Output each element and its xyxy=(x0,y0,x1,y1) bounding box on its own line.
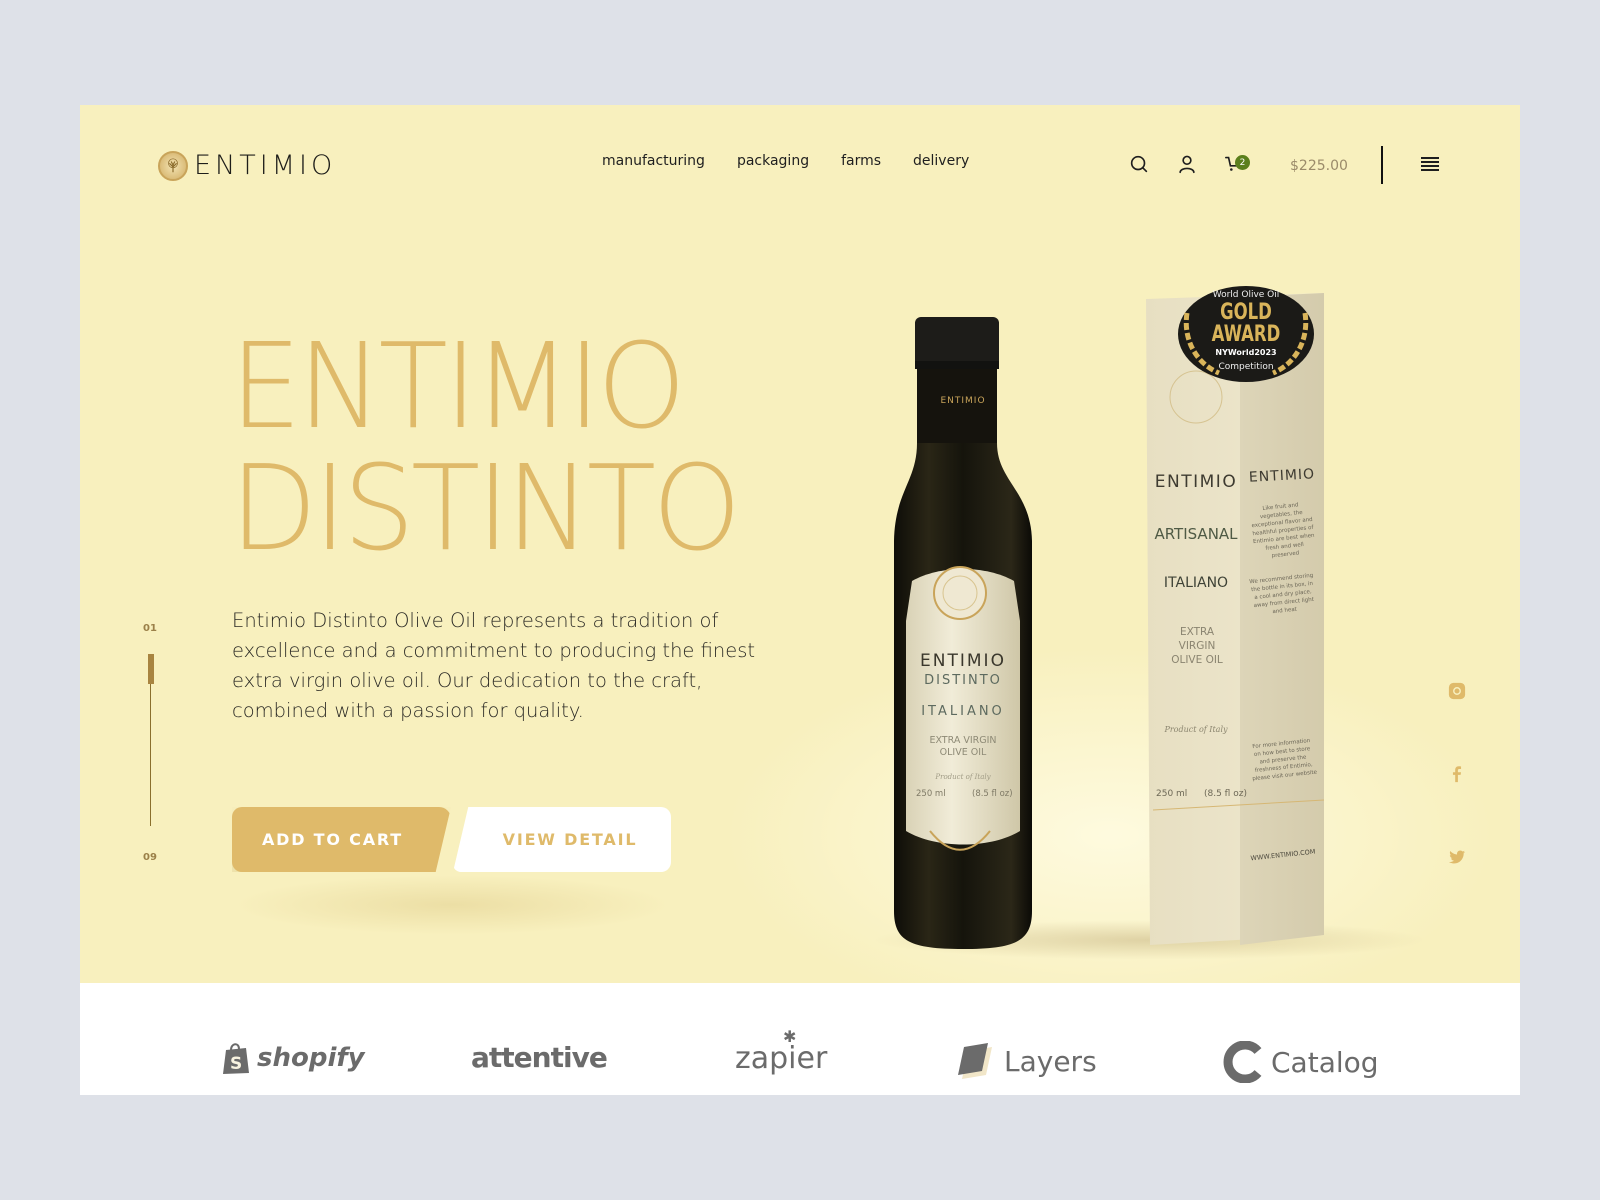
header-divider xyxy=(1381,146,1383,184)
bottle-brand: ENTIMIO xyxy=(920,651,1006,671)
award-line-2: AWARD xyxy=(1211,322,1281,347)
partner-layers[interactable]: Layers xyxy=(956,1041,1097,1081)
slide-progress-thumb[interactable] xyxy=(148,654,154,684)
page-frame: ENTIMIO manufacturing packaging farms de… xyxy=(80,105,1520,1095)
shopify-bag-icon: S xyxy=(223,1043,249,1074)
bottle-line: DISTINTO xyxy=(924,673,1002,688)
hero-description: Entimio Distinto Olive Oil represents a … xyxy=(232,609,756,722)
bottle-volume-ml: 250 ml xyxy=(916,789,946,799)
box-front-type: EXTRA VIRGIN OLIVE OIL xyxy=(1171,626,1223,666)
bottle-volume-oz: (8.5 fl oz) xyxy=(972,789,1013,799)
nav-item-manufacturing[interactable]: manufacturing xyxy=(602,153,705,169)
facebook-icon[interactable] xyxy=(1447,764,1467,784)
box-front-origin: ITALIANO xyxy=(1163,575,1229,591)
main-nav: manufacturing packaging farms delivery xyxy=(602,153,969,169)
brand-name: ENTIMIO xyxy=(194,150,337,181)
box-side-text-1: Like fruit and vegetables, the exception… xyxy=(1251,502,1315,560)
award-top-text: World Olive Oil xyxy=(1212,290,1280,300)
bottle-origin: ITALIANO xyxy=(921,704,1005,719)
box-side-text-3: For more information on how best to stor… xyxy=(1252,738,1318,783)
award-event: NYWorld2023 xyxy=(1215,348,1277,357)
box-front-volume-ml: 250 ml xyxy=(1156,789,1188,799)
partner-zapier[interactable]: zapier ✱ xyxy=(735,1027,827,1076)
nav-item-delivery[interactable]: delivery xyxy=(913,153,969,169)
zapier-asterisk-icon: ✱ xyxy=(783,1027,797,1046)
twitter-icon[interactable] xyxy=(1447,847,1467,867)
instagram-icon[interactable] xyxy=(1447,681,1467,701)
box-front-tagline: Product of Italy xyxy=(1164,725,1228,734)
cart-icon[interactable]: 2 xyxy=(1222,151,1250,177)
layers-icon xyxy=(958,1043,992,1079)
box-front-line: ARTISANAL xyxy=(1154,525,1238,543)
box-side-brand: ENTIMIO xyxy=(1248,466,1316,486)
nav-item-packaging[interactable]: packaging xyxy=(737,153,809,169)
hero-title-line-1: ENTIMIO xyxy=(230,317,686,455)
cart-total: $225.00 xyxy=(1290,158,1348,174)
partner-shopify[interactable]: S shopify xyxy=(221,1041,365,1075)
catalog-icon xyxy=(1223,1041,1262,1083)
brand-logo[interactable]: ENTIMIO xyxy=(158,150,336,181)
partner-catalog[interactable]: Catalog xyxy=(1223,1041,1379,1083)
partner-logos: S shopify attentive zapier ✱ Layers Cata… xyxy=(80,983,1520,1095)
slide-total: 09 xyxy=(143,852,157,863)
logo-emblem-icon xyxy=(158,150,188,181)
gold-award-seal: World Olive Oil GOLD AWARD NYWorld2023 C… xyxy=(1173,283,1319,385)
hero-title-line-2: DISTINTO xyxy=(230,439,741,577)
menu-icon[interactable] xyxy=(1421,157,1439,171)
slide-current: 01 xyxy=(143,623,157,634)
cart-count-badge: 2 xyxy=(1235,155,1250,170)
user-icon[interactable] xyxy=(1174,151,1200,177)
box-front-volume-oz: (8.5 fl oz) xyxy=(1204,789,1247,799)
bottle-labels: ENTIMIO ENTIMIO DISTINTO ITALIANO EXTRA … xyxy=(890,311,1036,955)
bottle-type: EXTRA VIRGIN OLIVE OIL xyxy=(929,735,997,758)
nav-item-farms[interactable]: farms xyxy=(841,153,881,169)
search-icon[interactable] xyxy=(1126,151,1152,177)
award-bottom-text: Competition xyxy=(1218,362,1274,372)
button-shadow xyxy=(232,875,672,935)
box-front-brand: ENTIMIO xyxy=(1154,472,1238,492)
box-side-website: WWW.ENTIMIO.COM xyxy=(1250,847,1316,863)
header-actions: 2 xyxy=(1126,149,1250,179)
hero-section: ENTIMIO manufacturing packaging farms de… xyxy=(80,105,1520,983)
award-line-1: GOLD xyxy=(1220,300,1272,325)
box-side-text-2: We recommend storing the bottle in its b… xyxy=(1249,572,1315,616)
add-to-cart-button[interactable]: ADD TO CART xyxy=(232,807,451,872)
partner-attentive[interactable]: attentive xyxy=(471,1041,608,1074)
hero-title: ENTIMIO DISTINTO xyxy=(230,325,759,569)
bottle-tagline: Product of Italy xyxy=(935,773,991,781)
svg-text:S: S xyxy=(230,1054,242,1074)
bottle-neck-brand: ENTIMIO xyxy=(940,396,986,406)
view-detail-button[interactable]: VIEW DETAIL xyxy=(453,807,671,872)
